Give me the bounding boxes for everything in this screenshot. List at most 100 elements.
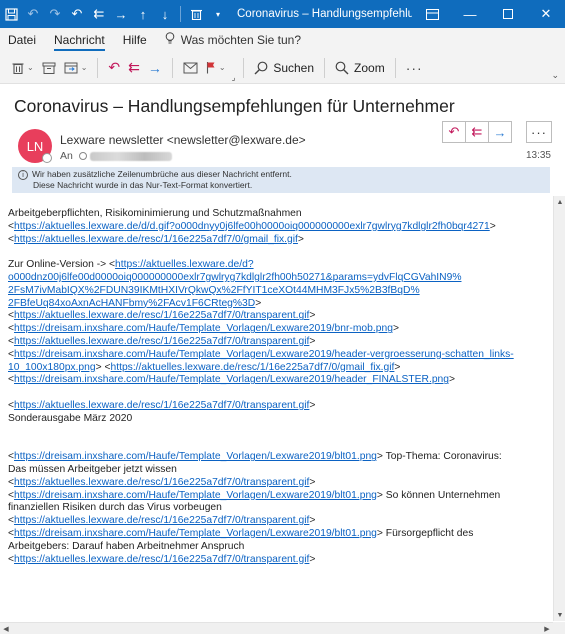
message-body[interactable]: Arbeitgeberpflichten, Risikominimierung … bbox=[8, 208, 552, 620]
undo-icon[interactable]: ↶ bbox=[22, 0, 44, 28]
up-icon[interactable]: ↑ bbox=[132, 0, 154, 28]
body-link[interactable]: 10_100x180px.png bbox=[8, 362, 96, 373]
reply-all-button[interactable]: ⇇ bbox=[124, 55, 144, 81]
tell-me-box[interactable]: Was möchten Sie tun? bbox=[165, 32, 301, 48]
more-actions-button[interactable]: ··· bbox=[526, 121, 552, 143]
message-actions: ↶ ⇇ → bbox=[442, 121, 512, 143]
forward-icon[interactable]: → bbox=[110, 0, 132, 28]
body-line: Das müssen Arbeitgeber jetzt wissen bbox=[8, 463, 177, 475]
chevron-down-icon[interactable]: ⌄ bbox=[551, 70, 559, 81]
body-link[interactable]: https://dreisam.inxshare.com/Haufe/Templ… bbox=[14, 528, 377, 539]
sender[interactable]: Lexware newsletter <newsletter@lexware.d… bbox=[60, 133, 306, 147]
minimize-icon[interactable]: — bbox=[451, 0, 489, 28]
search-button[interactable]: Suchen bbox=[250, 55, 318, 81]
scroll-up-icon[interactable]: ▲ bbox=[554, 196, 565, 208]
reply-all-icon[interactable]: ⇇ bbox=[88, 0, 110, 28]
body-link[interactable]: https://aktuelles.lexware.de/resc/1/16e2… bbox=[111, 362, 395, 373]
body-link[interactable]: https://aktuelles.lexware.de/resc/1/16e2… bbox=[14, 477, 309, 488]
body-line: <https://dreisam.inxshare.com/Haufe/Temp… bbox=[8, 323, 399, 335]
body-line: 2FsM7ivMabIQX%2FDUN39IKMtHXIVrQkwQx%2FfY… bbox=[8, 285, 552, 298]
recipient-row: An bbox=[60, 150, 172, 162]
down-icon[interactable]: ↓ bbox=[154, 0, 176, 28]
lightbulb-icon bbox=[165, 32, 175, 48]
body-link[interactable]: https://aktuelles.lexware.de/d/d.gif?o00… bbox=[14, 221, 490, 232]
horizontal-scrollbar[interactable]: ◀ ▶ bbox=[0, 622, 553, 634]
menu-bar: Datei Nachricht Hilfe Was möchten Sie tu… bbox=[0, 28, 565, 52]
message-time: 13:35 bbox=[525, 150, 551, 161]
reply-icon[interactable]: ↶ bbox=[66, 0, 88, 28]
reply-all-button[interactable]: ⇇ bbox=[465, 121, 489, 143]
scroll-down-icon[interactable]: ▼ bbox=[554, 609, 565, 621]
vertical-scrollbar[interactable]: ▲ ▼ bbox=[553, 196, 565, 621]
separator bbox=[243, 57, 245, 78]
body-line: <https://dreisam.inxshare.com/Haufe/Temp… bbox=[8, 527, 474, 539]
body-link[interactable]: 2FBfeUq84xoAxnAcHANFbmy%2FAcv1F6CRteg%3D bbox=[8, 298, 255, 309]
body-line: <https://aktuelles.lexware.de/resc/1/16e… bbox=[8, 553, 316, 565]
body-line: <https://dreisam.inxshare.com/Haufe/Temp… bbox=[8, 374, 456, 386]
tell-me-text: Was möchten Sie tun? bbox=[180, 33, 301, 47]
body-line: 10_100x180px.png> <https://aktuelles.lex… bbox=[8, 361, 401, 373]
body-link[interactable]: https://aktuelles.lexware.de/resc/1/16e2… bbox=[14, 336, 309, 347]
separator bbox=[171, 57, 173, 78]
delete-button[interactable]: ⌄ bbox=[8, 55, 38, 81]
body-link[interactable]: https://dreisam.inxshare.com/Haufe/Templ… bbox=[14, 451, 377, 462]
separator bbox=[324, 57, 326, 78]
redo-icon[interactable]: ↷ bbox=[44, 0, 66, 28]
chevron-down-icon: ⌄ bbox=[27, 63, 34, 72]
delete-icon[interactable] bbox=[185, 0, 207, 28]
body-link[interactable]: 2FsM7ivMabIQX%2FDUN39IKMtHXIVrQkwQx%2FfY… bbox=[8, 285, 420, 296]
more-qat-icon[interactable]: ▾ bbox=[207, 0, 229, 28]
zoom-button[interactable]: Zoom bbox=[331, 55, 389, 81]
reply-button[interactable]: ↶ bbox=[104, 55, 124, 81]
body-line: Arbeitgeberpflichten, Risikominimierung … bbox=[8, 208, 302, 219]
save-icon[interactable] bbox=[0, 0, 22, 28]
tab-nachricht[interactable]: Nachricht bbox=[54, 28, 105, 52]
to-label: An bbox=[60, 150, 73, 162]
separator bbox=[394, 57, 396, 78]
body-line: <https://aktuelles.lexware.de/resc/1/16e… bbox=[8, 335, 316, 347]
recipient-redacted[interactable] bbox=[89, 151, 172, 161]
ribbon-display-options-icon[interactable] bbox=[413, 0, 451, 28]
body-link[interactable]: o000dnz00j6lfe00d0000oiq000000000exlr7gw… bbox=[8, 272, 461, 283]
maximize-icon[interactable] bbox=[489, 0, 527, 28]
body-link[interactable]: https://dreisam.inxshare.com/Haufe/Templ… bbox=[14, 490, 377, 501]
archive-button[interactable] bbox=[38, 55, 60, 81]
body-link[interactable]: https://aktuelles.lexware.de/resc/1/16e2… bbox=[14, 400, 309, 411]
body-line: o000dnz00j6lfe00d0000oiq000000000exlr7gw… bbox=[8, 272, 552, 285]
move-button[interactable]: ⌄ bbox=[60, 55, 92, 81]
scroll-left-icon[interactable]: ◀ bbox=[0, 623, 12, 634]
body-link[interactable]: https://dreisam.inxshare.com/Haufe/Templ… bbox=[14, 349, 514, 360]
search-label: Suchen bbox=[273, 60, 315, 75]
body-line: <https://aktuelles.lexware.de/d/d.gif?o0… bbox=[8, 220, 496, 232]
chevron-down-icon: ⌄ bbox=[218, 63, 226, 72]
tab-hilfe[interactable]: Hilfe bbox=[123, 28, 147, 52]
scroll-right-icon[interactable]: ▶ bbox=[541, 623, 553, 634]
info-icon: i bbox=[18, 169, 28, 180]
body-line: <https://aktuelles.lexware.de/resc/1/16e… bbox=[8, 515, 316, 527]
body-link[interactable]: https://aktuelles.lexware.de/d? bbox=[115, 259, 254, 270]
body-line: <https://aktuelles.lexware.de/resc/1/16e… bbox=[8, 233, 304, 245]
close-icon[interactable]: ✕ bbox=[527, 0, 565, 28]
body-link[interactable]: https://aktuelles.lexware.de/resc/1/16e2… bbox=[14, 554, 309, 565]
body-line: 2FBfeUq84xoAxnAcHANFbmy%2FAcv1F6CRteg%3D… bbox=[8, 297, 262, 309]
forward-button[interactable]: → bbox=[488, 121, 512, 143]
scrollbar-corner bbox=[553, 622, 565, 634]
body-link[interactable]: https://dreisam.inxshare.com/Haufe/Templ… bbox=[14, 323, 393, 334]
body-link[interactable]: https://aktuelles.lexware.de/resc/1/16e2… bbox=[14, 515, 309, 526]
info-bar[interactable]: i Wir haben zusätzliche Zeilenumbrüche au… bbox=[12, 167, 550, 193]
dialog-launcher-icon[interactable]: ⌟ bbox=[230, 71, 238, 83]
body-line: <https://dreisam.inxshare.com/Haufe/Temp… bbox=[8, 348, 514, 360]
mark-unread-button[interactable] bbox=[179, 55, 202, 81]
body-link[interactable]: https://aktuelles.lexware.de/resc/1/16e2… bbox=[14, 310, 309, 321]
more-commands-button[interactable]: ··· bbox=[402, 55, 427, 81]
flag-button[interactable]: ⌄ bbox=[202, 55, 230, 81]
ribbon: ⌄ ⌄ ↶ ⇇ → ⌄ ⌟ Suchen Zoom ··· ⌄ bbox=[0, 52, 565, 84]
body-line: <https://dreisam.inxshare.com/Haufe/Temp… bbox=[8, 451, 502, 463]
forward-button[interactable]: → bbox=[144, 55, 166, 81]
info-line-1: i Wir haben zusätzliche Zeilenumbrüche au… bbox=[18, 169, 544, 180]
tab-datei[interactable]: Datei bbox=[8, 28, 36, 52]
body-link[interactable]: https://aktuelles.lexware.de/resc/1/16e2… bbox=[14, 234, 298, 245]
body-link[interactable]: https://dreisam.inxshare.com/Haufe/Templ… bbox=[14, 374, 449, 385]
reply-button[interactable]: ↶ bbox=[442, 121, 466, 143]
message-subject: Coronavirus – Handlungsempfehlungen für … bbox=[14, 96, 455, 116]
